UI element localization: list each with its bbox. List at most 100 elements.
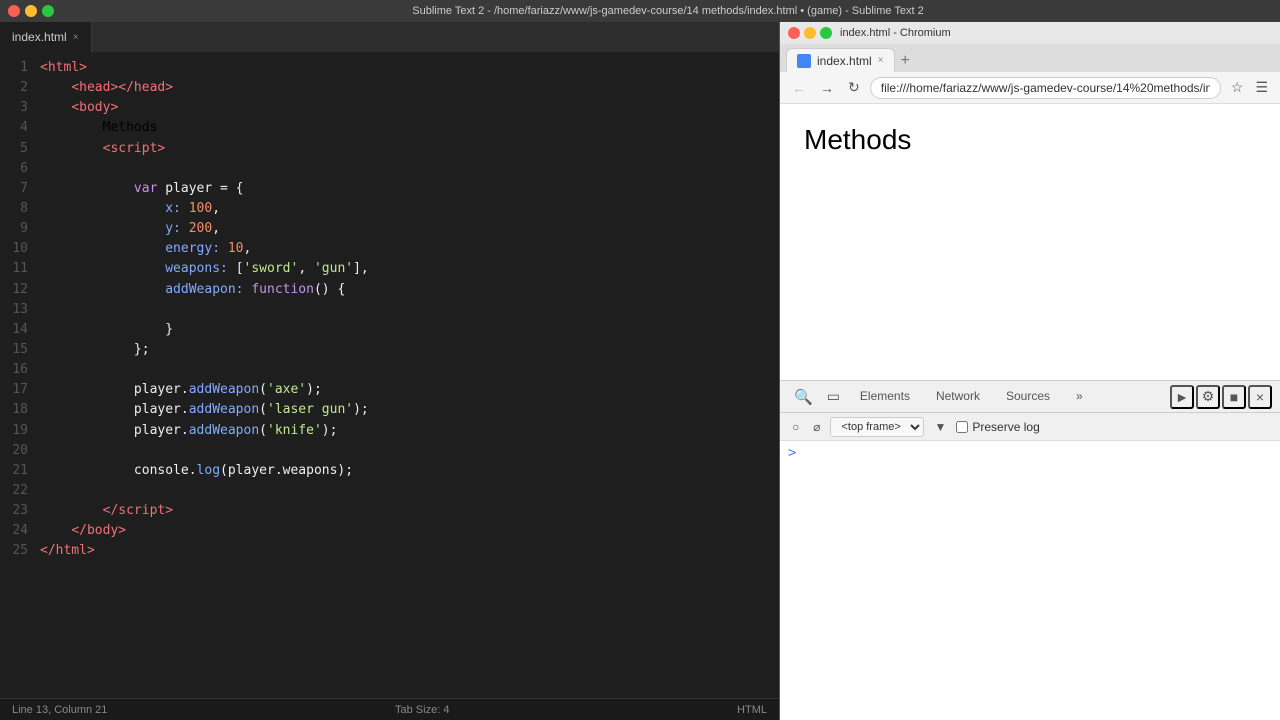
back-button[interactable]: ← bbox=[788, 78, 810, 98]
console-prompt: > bbox=[788, 445, 1272, 461]
browser-icons: ☆ ☰ bbox=[1227, 77, 1272, 98]
line-number: 18 bbox=[0, 400, 28, 420]
window-title: Sublime Text 2 - /home/fariazz/www/js-ga… bbox=[64, 5, 1272, 17]
preserve-log-checkbox[interactable] bbox=[956, 421, 968, 433]
editor-panel: index.html × 123456789101112131415161718… bbox=[0, 22, 780, 720]
close-window-btn[interactable] bbox=[8, 5, 20, 17]
page-title: Methods bbox=[804, 124, 1256, 156]
devtools-mobile-icon[interactable]: ▭ bbox=[821, 384, 846, 409]
code-line: y: 200, bbox=[40, 219, 779, 239]
main-container: index.html × 123456789101112131415161718… bbox=[0, 22, 1280, 720]
code-line: <script> bbox=[40, 139, 779, 159]
new-tab-button[interactable]: + bbox=[895, 52, 916, 70]
close-editor-tab-icon[interactable]: × bbox=[73, 32, 79, 43]
console-filter-btn[interactable]: ⌀ bbox=[809, 418, 824, 436]
tab-favicon bbox=[797, 54, 811, 68]
cursor-position: Line 13, Column 21 bbox=[12, 704, 107, 716]
tab-size: Tab Size: 4 bbox=[395, 704, 449, 716]
line-number: 10 bbox=[0, 239, 28, 259]
line-number: 6 bbox=[0, 159, 28, 179]
line-number: 23 bbox=[0, 501, 28, 521]
browser-address-bar: ← → ↻ ☆ ☰ bbox=[780, 72, 1280, 104]
line-numbers: 1234567891011121314151617181920212223242… bbox=[0, 56, 40, 694]
browser-panel: index.html - Chromium index.html × + ← →… bbox=[780, 22, 1280, 720]
code-line: </script> bbox=[40, 501, 779, 521]
page-content: Methods bbox=[780, 104, 1280, 380]
code-line bbox=[40, 441, 779, 461]
devtools-execute-icon[interactable]: ► bbox=[1170, 385, 1194, 409]
code-content[interactable]: <html> <head></head> <body> Methods <scr… bbox=[40, 56, 779, 694]
devtools-close-icon[interactable]: × bbox=[1248, 385, 1272, 409]
browser-minimize-btn[interactable] bbox=[804, 27, 816, 39]
frame-chevron-btn[interactable]: ▼ bbox=[930, 418, 950, 436]
line-number: 20 bbox=[0, 441, 28, 461]
browser-maximize-btn[interactable] bbox=[820, 27, 832, 39]
devtools-tab-more[interactable]: » bbox=[1064, 381, 1095, 413]
code-line bbox=[40, 159, 779, 179]
line-number: 8 bbox=[0, 199, 28, 219]
browser-close-btn[interactable] bbox=[788, 27, 800, 39]
line-number: 15 bbox=[0, 340, 28, 360]
browser-tab-index-html[interactable]: index.html × bbox=[786, 48, 895, 72]
code-line bbox=[40, 300, 779, 320]
console-content[interactable]: > bbox=[780, 441, 1280, 720]
devtools-tab-network[interactable]: Network bbox=[924, 381, 992, 413]
browser-tab-label: index.html bbox=[817, 54, 872, 68]
code-line: energy: 10, bbox=[40, 239, 779, 259]
browser-content: Methods 🔍 ▭ Elements Network Sources bbox=[780, 104, 1280, 720]
code-line: }; bbox=[40, 340, 779, 360]
code-line: <html> bbox=[40, 58, 779, 78]
line-number: 25 bbox=[0, 541, 28, 561]
browser-menu-button[interactable]: ☰ bbox=[1251, 77, 1272, 98]
devtools-toolbar: 🔍 ▭ Elements Network Sources » bbox=[780, 381, 1280, 413]
code-line: var player = { bbox=[40, 179, 779, 199]
line-number: 19 bbox=[0, 421, 28, 441]
code-line: x: 100, bbox=[40, 199, 779, 219]
code-line: </html> bbox=[40, 541, 779, 561]
editor-tab-index-html[interactable]: index.html × bbox=[0, 22, 92, 52]
window-controls bbox=[8, 5, 54, 17]
line-number: 7 bbox=[0, 179, 28, 199]
line-number: 22 bbox=[0, 481, 28, 501]
line-number: 21 bbox=[0, 461, 28, 481]
code-line: } bbox=[40, 320, 779, 340]
code-line bbox=[40, 481, 779, 501]
line-number: 1 bbox=[0, 58, 28, 78]
bookmark-button[interactable]: ☆ bbox=[1227, 77, 1248, 98]
line-number: 12 bbox=[0, 280, 28, 300]
browser-tab-bar: index.html × + bbox=[780, 44, 1280, 72]
minimize-window-btn[interactable] bbox=[25, 5, 37, 17]
browser-window-title: index.html - Chromium bbox=[840, 27, 951, 39]
code-line: <body> bbox=[40, 98, 779, 118]
devtools-settings-icon[interactable]: ⚙ bbox=[1196, 385, 1220, 409]
line-number: 13 bbox=[0, 300, 28, 320]
refresh-button[interactable]: ↻ bbox=[844, 77, 864, 98]
title-bar: Sublime Text 2 - /home/fariazz/www/js-ga… bbox=[0, 0, 1280, 22]
devtools-inspect-icon[interactable]: 🔍 bbox=[788, 384, 819, 410]
line-number: 14 bbox=[0, 320, 28, 340]
devtools-right-icons: ► ⚙ ■ × bbox=[1170, 385, 1272, 409]
code-line: addWeapon: function() { bbox=[40, 280, 779, 300]
browser-title-bar: index.html - Chromium bbox=[780, 22, 1280, 44]
devtools-panel: 🔍 ▭ Elements Network Sources » bbox=[780, 380, 1280, 720]
editor-tab-label: index.html bbox=[12, 30, 67, 44]
forward-button[interactable]: → bbox=[816, 78, 838, 98]
devtools-dock-icon[interactable]: ■ bbox=[1222, 385, 1246, 409]
address-input[interactable] bbox=[870, 77, 1221, 99]
status-bar: Line 13, Column 21 Tab Size: 4 HTML bbox=[0, 698, 779, 720]
console-clear-btn[interactable]: ○ bbox=[788, 418, 803, 436]
preserve-log-label[interactable]: Preserve log bbox=[956, 420, 1039, 434]
top-frame-select[interactable]: <top frame> bbox=[830, 417, 924, 437]
line-number: 24 bbox=[0, 521, 28, 541]
devtools-tab-sources[interactable]: Sources bbox=[994, 381, 1062, 413]
preserve-log-text: Preserve log bbox=[972, 420, 1039, 434]
console-toolbar: ○ ⌀ <top frame> ▼ Preserve log bbox=[780, 413, 1280, 441]
close-browser-tab-icon[interactable]: × bbox=[878, 55, 884, 66]
code-line: <head></head> bbox=[40, 78, 779, 98]
code-line: weapons: ['sword', 'gun'], bbox=[40, 259, 779, 279]
line-number: 2 bbox=[0, 78, 28, 98]
syntax-mode: HTML bbox=[737, 704, 767, 716]
code-line: console.log(player.weapons); bbox=[40, 461, 779, 481]
maximize-window-btn[interactable] bbox=[42, 5, 54, 17]
devtools-tab-elements[interactable]: Elements bbox=[848, 381, 922, 413]
